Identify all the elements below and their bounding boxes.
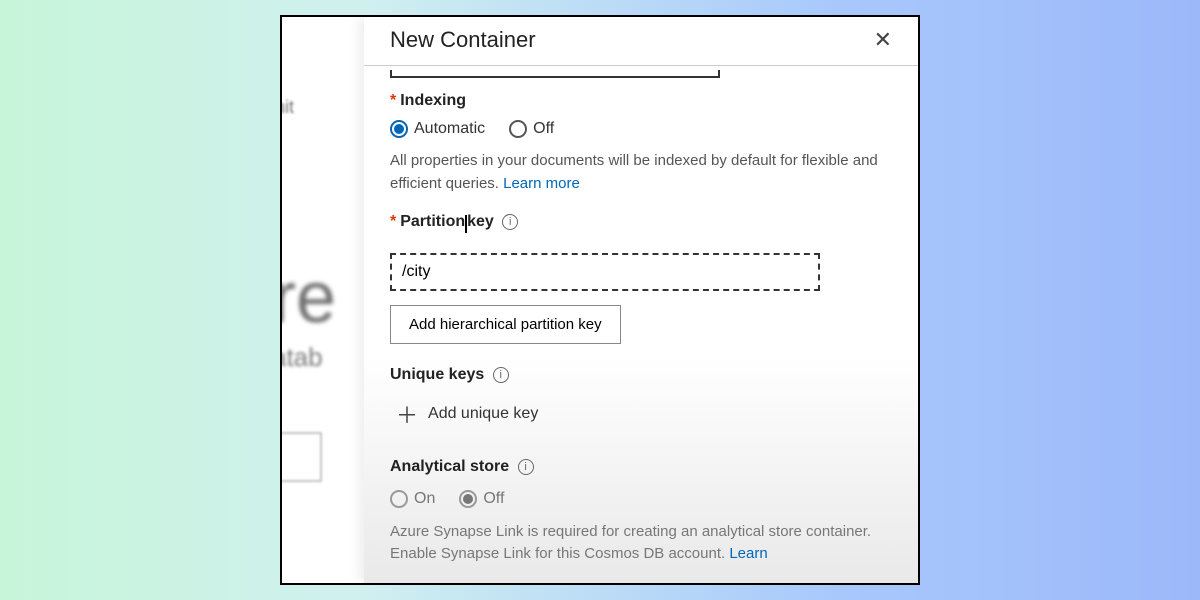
bg-text-re: re xyxy=(280,257,336,339)
partition-key-input[interactable] xyxy=(390,253,820,291)
required-star-icon: * xyxy=(390,213,396,230)
plus-icon: ＋ xyxy=(396,398,418,430)
radio-icon xyxy=(390,490,408,508)
info-icon[interactable]: i xyxy=(493,367,509,383)
indexing-help: All properties in your documents will be… xyxy=(390,150,892,195)
panel-body: *Indexing Automatic Off All properties i… xyxy=(364,66,918,566)
indexing-radio-off[interactable]: Off xyxy=(509,120,554,138)
analytical-radio-group: On Off xyxy=(390,490,892,508)
info-icon[interactable]: i xyxy=(502,214,518,230)
analytical-radio-on[interactable]: On xyxy=(390,490,435,508)
radio-icon xyxy=(390,120,408,138)
text-cursor-icon xyxy=(465,215,467,233)
indexing-radio-group: Automatic Off xyxy=(390,120,892,138)
app-frame: limit re atab New Container ✕ *Indexing … xyxy=(280,15,920,585)
info-icon[interactable]: i xyxy=(518,459,534,475)
analytical-help: Azure Synapse Link is required for creat… xyxy=(390,521,892,566)
indexing-label: *Indexing xyxy=(390,92,892,110)
bg-text-atab: atab xyxy=(280,342,323,373)
analytical-learn-more-link[interactable]: Learn xyxy=(729,545,767,562)
radio-icon xyxy=(509,120,527,138)
close-icon[interactable]: ✕ xyxy=(874,27,892,53)
radio-icon xyxy=(459,490,477,508)
add-unique-key-button[interactable]: ＋ Add unique key xyxy=(390,398,892,430)
new-container-panel: New Container ✕ *Indexing Automatic Off … xyxy=(364,17,918,583)
add-hierarchical-partition-key-button[interactable]: Add hierarchical partition key xyxy=(390,305,621,344)
indexing-learn-more-link[interactable]: Learn more xyxy=(503,175,580,192)
indexing-radio-automatic[interactable]: Automatic xyxy=(390,120,485,138)
panel-header: New Container ✕ xyxy=(364,17,918,66)
truncated-input[interactable] xyxy=(390,70,720,78)
panel-title: New Container xyxy=(390,27,536,53)
partition-key-label: *Partitionkey i xyxy=(390,213,892,231)
bg-box xyxy=(280,432,322,482)
analytical-radio-off[interactable]: Off xyxy=(459,490,504,508)
analytical-store-label: Analytical store i xyxy=(390,458,892,476)
unique-keys-label: Unique keys i xyxy=(390,366,892,384)
required-star-icon: * xyxy=(390,92,396,109)
